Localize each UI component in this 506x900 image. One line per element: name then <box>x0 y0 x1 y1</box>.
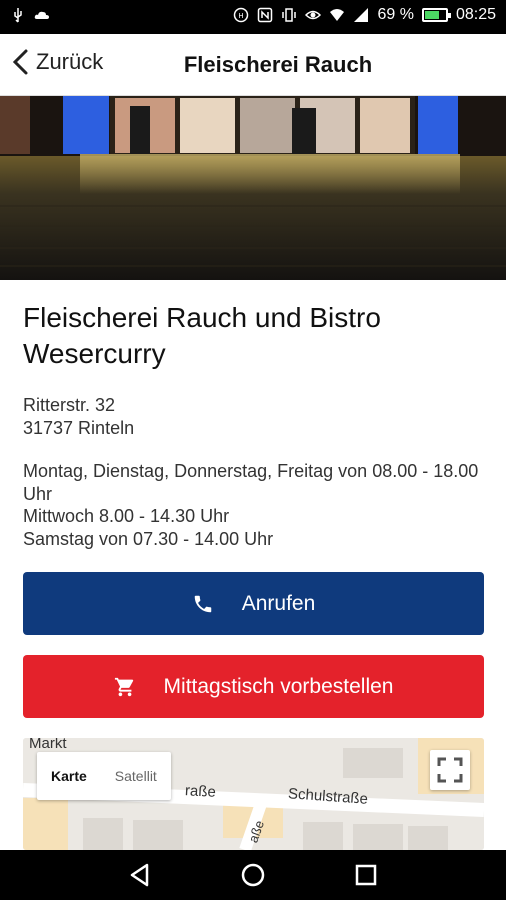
call-button[interactable]: Anrufen <box>23 572 484 635</box>
status-bar: H 69 % 08:25 <box>0 0 506 34</box>
fullscreen-button[interactable] <box>430 750 470 790</box>
wifi-icon <box>330 9 345 21</box>
map-label-markt: Markt <box>29 738 67 752</box>
alarm-icon: H <box>234 7 249 23</box>
address-city: 31737 Rinteln <box>23 418 135 438</box>
page-title: Fleischerei Rauch <box>183 52 373 77</box>
battery-level <box>424 11 439 19</box>
cloud-icon <box>34 11 49 19</box>
nfc-icon <box>258 7 273 23</box>
nav-recents-icon[interactable] <box>353 862 379 888</box>
shop-address: Ritterstr. 32 31737 Rinteln <box>23 394 483 440</box>
system-nav-bar <box>0 850 506 900</box>
location-map[interactable]: Markt raße Schulstraße aße Karte Satelli… <box>23 738 484 850</box>
call-label: Anrufen <box>241 591 316 615</box>
storefront-photo <box>0 96 506 280</box>
cart-icon <box>114 677 133 696</box>
preorder-label: Mittagstisch vorbestellen <box>163 674 394 698</box>
clock: 08:25 <box>455 6 496 23</box>
hours-line: Samstag von 07.30 - 14.00 Uhr <box>23 528 274 549</box>
preorder-lunch-button[interactable]: Mittagstisch vorbestellen <box>23 655 484 718</box>
fullscreen-icon <box>437 757 463 783</box>
hours-line: Montag, Dienstag, Donnerstag, Freitag vo… <box>23 461 479 504</box>
battery-percent: 69 % <box>377 6 414 23</box>
app-bar: Zurück Fleischerei Rauch <box>0 34 506 96</box>
battery-icon <box>421 8 451 22</box>
shop-details: Fleischerei Rauch und Bistro Wesercurry … <box>23 300 483 550</box>
nav-back-icon[interactable] <box>127 862 153 888</box>
map-type-toggle: Karte Satellit <box>37 752 171 800</box>
opening-hours: Montag, Dienstag, Donnerstag, Freitag vo… <box>23 460 483 550</box>
vibrate-icon <box>282 8 297 22</box>
map-label-street: raße <box>184 782 217 801</box>
shop-name: Fleischerei Rauch und Bistro Wesercurry <box>23 302 381 369</box>
signal-icon <box>354 8 369 22</box>
nav-home-icon[interactable] <box>240 862 266 888</box>
hours-line: Mittwoch 8.00 - 14.30 Uhr <box>23 506 230 526</box>
svg-text:H: H <box>239 12 244 20</box>
map-type-satellite[interactable]: Satellit <box>101 752 171 800</box>
address-street: Ritterstr. 32 <box>23 395 116 415</box>
phone-icon <box>194 595 211 612</box>
usb-icon <box>14 8 22 23</box>
eye-icon <box>305 10 322 20</box>
map-type-map[interactable]: Karte <box>37 752 101 800</box>
